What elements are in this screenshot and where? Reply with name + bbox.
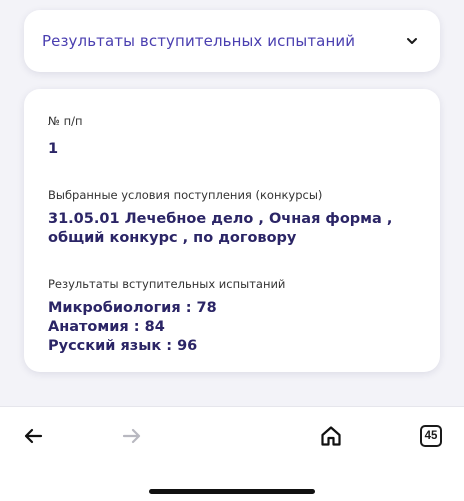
result-item: Микробиология : 78 [48, 300, 217, 316]
number-value: 1 [48, 141, 59, 157]
results-list: Микробиология : 78 Анатомия : 84 Русский… [48, 299, 416, 356]
result-item: Анатомия : 84 [48, 319, 165, 335]
home-indicator [149, 489, 315, 494]
accordion-title: Результаты вступительных испытаний [42, 32, 356, 50]
conditions-label: Выбранные условия поступления (конкурсы) [48, 188, 323, 202]
number-field: № п/п 1 [48, 113, 416, 159]
result-item: Русский язык : 96 [48, 338, 198, 354]
browser-toolbar: 45 [0, 406, 464, 501]
conditions-field: Выбранные условия поступления (конкурсы)… [48, 187, 416, 248]
number-label: № п/п [48, 114, 83, 128]
chevron-down-icon[interactable] [404, 33, 420, 49]
arrow-right-icon[interactable] [117, 421, 147, 451]
tabs-button[interactable]: 45 [416, 421, 446, 451]
tabs-count: 45 [420, 425, 442, 447]
results-label: Результаты вступительных испытаний [48, 277, 286, 291]
results-accordion-header[interactable]: Результаты вступительных испытаний [24, 10, 440, 72]
home-icon[interactable] [316, 421, 346, 451]
arrow-left-icon[interactable] [18, 421, 48, 451]
results-field: Результаты вступительных испытаний Микро… [48, 276, 416, 356]
conditions-value: 31.05.01 Лечебное дело , Очная форма , о… [48, 211, 393, 246]
application-details-card: № п/п 1 Выбранные условия поступления (к… [24, 89, 440, 372]
